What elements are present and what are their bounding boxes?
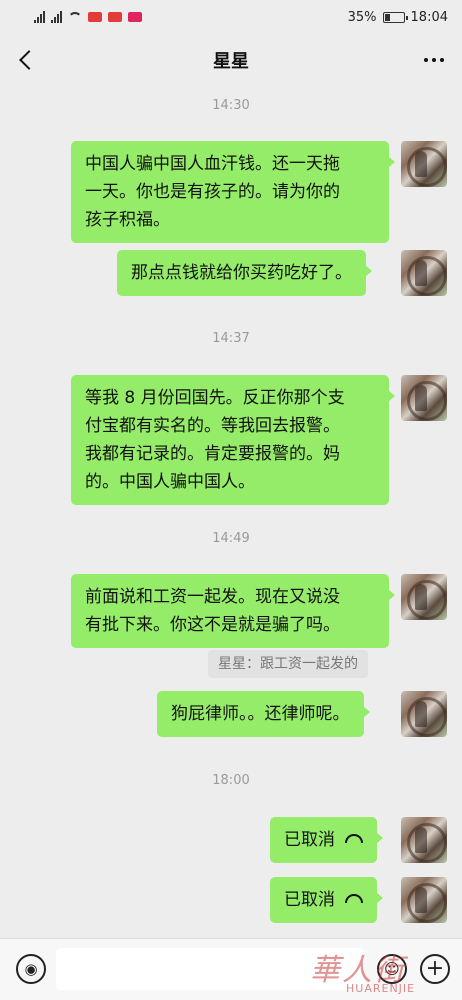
watermark-sub: HUARENJIE	[346, 982, 416, 995]
weibo-notification-icon	[108, 12, 122, 22]
voice-icon: ◉	[24, 959, 38, 978]
more-dots-icon	[424, 58, 428, 62]
status-right: 35% 18:04	[348, 10, 448, 25]
status-bar: 35% 18:04	[0, 0, 462, 34]
avatar[interactable]	[401, 141, 447, 187]
message-bubble[interactable]: 前面说和工资一起发。现在又说没 有批下来。你这不是就是骗了吗。	[71, 574, 395, 648]
message-time: 14:49	[212, 531, 250, 546]
signal-icon	[34, 11, 45, 23]
call-status: 已取消	[284, 890, 335, 910]
wifi-icon	[68, 12, 82, 22]
voice-button[interactable]: ◉	[16, 954, 46, 984]
weibo-notification-icon	[88, 12, 102, 22]
phone-hangup-icon	[345, 833, 363, 843]
phone-hangup-icon	[345, 893, 363, 903]
battery-fill	[384, 13, 391, 21]
message-bubble[interactable]: 等我 8 月份回国先。反正你那个支 付宝都有实名的。等我回去报警。 我都有记录的…	[71, 375, 395, 505]
message-bubble[interactable]: 那点点钱就给你买药吃好了。	[117, 250, 372, 296]
avatar[interactable]	[401, 574, 447, 620]
chat-header: 星星	[0, 34, 462, 86]
line-notification-icon	[128, 12, 142, 22]
message-time: 18:00	[212, 773, 250, 788]
battery-percent: 35%	[347, 9, 377, 25]
avatar[interactable]	[401, 817, 447, 863]
call-bubble[interactable]: 已取消	[270, 817, 383, 863]
battery-icon	[382, 11, 408, 23]
back-button[interactable]	[14, 48, 38, 72]
call-status: 已取消	[284, 830, 335, 850]
signal-icon	[51, 11, 62, 23]
avatar[interactable]	[401, 375, 447, 421]
avatar[interactable]	[401, 250, 447, 296]
more-button[interactable]	[424, 58, 444, 62]
quoted-message[interactable]: 星星：跟工资一起发的	[208, 650, 368, 678]
avatar[interactable]	[401, 691, 447, 737]
message-time: 14:30	[212, 98, 250, 113]
status-left	[34, 11, 142, 23]
clock: 18:04	[410, 9, 448, 25]
message-bubble[interactable]: 狗屁律师。。还律师呢。	[157, 691, 369, 737]
message-bubble[interactable]: 中国人骗中国人血汗钱。还一天拖 一天。你也是有孩子的。请为你的 孩子积福。	[71, 141, 395, 243]
plus-button[interactable]: +	[420, 954, 450, 984]
call-bubble[interactable]: 已取消	[270, 877, 383, 923]
chat-title: 星星	[213, 51, 249, 72]
avatar[interactable]	[401, 877, 447, 923]
plus-icon: +	[425, 956, 445, 981]
message-time: 14:37	[212, 331, 250, 346]
